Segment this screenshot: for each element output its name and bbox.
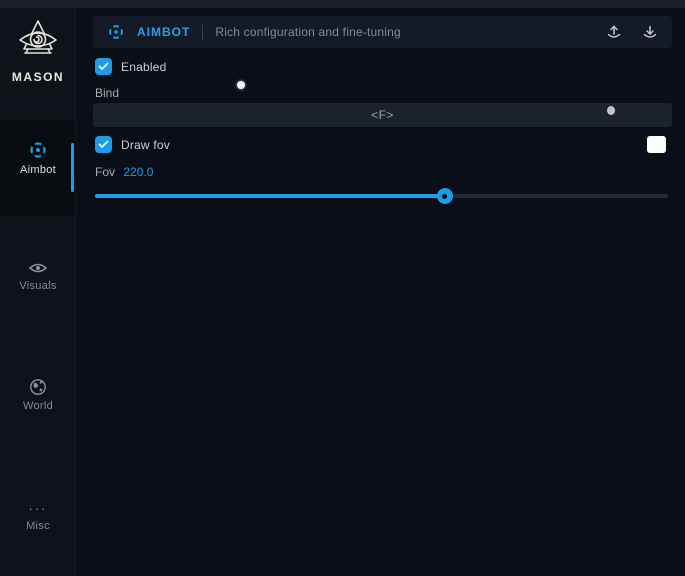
sidebar-item-label: Aimbot bbox=[0, 164, 76, 176]
header-actions bbox=[606, 24, 658, 40]
fov-label-row: Fov 220.0 bbox=[95, 165, 153, 179]
window-top-strip bbox=[0, 0, 685, 8]
sidebar-item-misc[interactable]: ··· Misc bbox=[0, 504, 76, 532]
page-subtitle: Rich configuration and fine-tuning bbox=[215, 25, 401, 39]
draw-fov-row: Draw fov bbox=[95, 136, 170, 153]
checkmark-icon bbox=[98, 62, 109, 71]
sidebar-item-world[interactable]: World bbox=[0, 378, 76, 412]
sidebar: MASON Aimbot Visuals World ··· Misc bbox=[0, 8, 76, 576]
fov-value: 220.0 bbox=[123, 165, 153, 179]
globe-icon bbox=[29, 378, 47, 396]
bind-input[interactable]: <F> bbox=[93, 103, 672, 127]
fov-slider-handle[interactable] bbox=[437, 188, 453, 204]
checkmark-icon bbox=[98, 140, 109, 149]
enabled-label: Enabled bbox=[121, 60, 166, 74]
eye-icon bbox=[28, 260, 48, 276]
bind-label: Bind bbox=[95, 86, 119, 100]
download-config-button[interactable] bbox=[642, 24, 658, 40]
fov-label: Fov bbox=[95, 165, 115, 179]
sidebar-item-aimbot[interactable]: Aimbot bbox=[0, 140, 76, 176]
enabled-checkbox[interactable] bbox=[95, 58, 112, 75]
logo-text: MASON bbox=[0, 70, 76, 84]
sidebar-item-label: Visuals bbox=[0, 280, 76, 292]
page-title: AIMBOT bbox=[137, 25, 190, 39]
draw-fov-checkbox[interactable] bbox=[95, 136, 112, 153]
enabled-row: Enabled bbox=[95, 58, 166, 75]
mouse-cursor-dot bbox=[237, 81, 245, 89]
ellipsis-icon: ··· bbox=[0, 504, 76, 518]
main-content: AIMBOT Rich configuration and fine-tunin… bbox=[76, 8, 685, 576]
header-divider bbox=[202, 25, 203, 40]
upload-icon bbox=[606, 24, 622, 40]
sidebar-item-label: Misc bbox=[0, 520, 76, 532]
active-indicator-bar bbox=[71, 143, 74, 192]
sidebar-item-visuals[interactable]: Visuals bbox=[0, 260, 76, 292]
crosshair-icon bbox=[107, 23, 125, 41]
crosshair-icon bbox=[28, 140, 48, 160]
fov-slider[interactable] bbox=[95, 188, 668, 204]
download-icon bbox=[642, 24, 658, 40]
upload-config-button[interactable] bbox=[606, 24, 622, 40]
draw-fov-label: Draw fov bbox=[121, 138, 170, 152]
mason-eye-pyramid-icon bbox=[12, 16, 64, 68]
page-header: AIMBOT Rich configuration and fine-tunin… bbox=[93, 16, 672, 48]
sidebar-item-label: World bbox=[0, 400, 76, 412]
app-logo: MASON bbox=[0, 16, 76, 84]
bind-value: <F> bbox=[371, 108, 394, 122]
fov-slider-fill bbox=[95, 194, 445, 198]
draw-fov-color-swatch[interactable] bbox=[647, 136, 666, 153]
